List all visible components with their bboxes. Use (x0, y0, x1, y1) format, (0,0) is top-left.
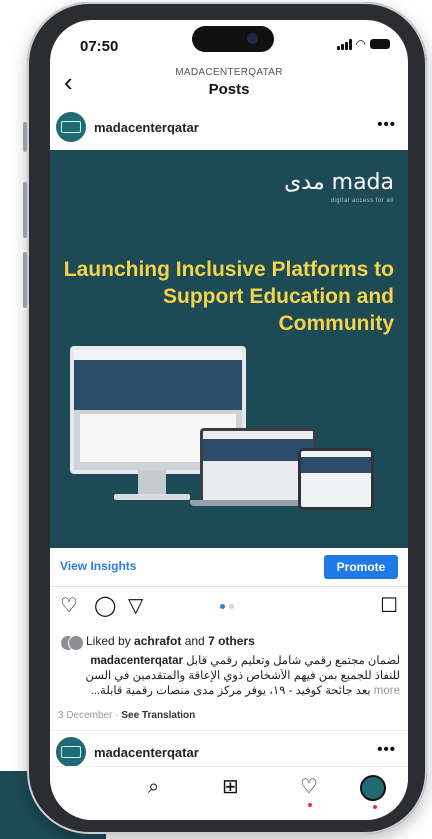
comment-icon[interactable]: ◯ (94, 596, 116, 616)
likes-count[interactable]: 7 others (208, 634, 255, 648)
post-date: 3 December (58, 710, 113, 721)
plus-square-icon[interactable]: ⊞ (222, 777, 239, 797)
more-options-icon[interactable]: ••• (377, 116, 396, 133)
liker-username[interactable]: achrafot (134, 634, 181, 648)
account-name: MADACENTERQATAR (175, 67, 283, 78)
avatar[interactable] (360, 775, 386, 801)
nav-header: ‹ MADACENTERQATAR Posts (50, 64, 408, 104)
avatar[interactable] (56, 737, 86, 767)
carousel-dot-active (220, 604, 225, 609)
monitor-stand (138, 470, 166, 496)
image-headline: Launching Inclusive Platforms to Support… (63, 258, 394, 335)
notification-dot (373, 805, 377, 809)
app-screen: 07:50 ◠ ‹ MADACENTERQATAR Posts madacent… (50, 20, 408, 820)
monitor-base (114, 494, 190, 500)
notification-dot (308, 803, 312, 807)
caption-username[interactable]: madacenterqatar (90, 655, 183, 667)
camera-icon (247, 33, 258, 44)
status-bar: 07:50 ◠ (50, 20, 408, 60)
signal-icon (336, 38, 352, 50)
logo-tagline: digital access for all (330, 198, 394, 204)
tablet-graphic (298, 448, 374, 510)
caption-more-link[interactable]: more (374, 685, 400, 697)
view-insights-link[interactable]: View Insights (60, 559, 136, 573)
post-header: madacenterqatar ••• (50, 112, 408, 150)
caption-line-2: للنفاذ للجميع بمن فيهم الأشخاص ذوي الإعا… (85, 670, 400, 682)
status-time: 07:50 (80, 38, 119, 55)
phone-button-volume-down (23, 252, 27, 308)
carousel-dot (229, 604, 234, 609)
next-post-username[interactable]: madacenterqatar (94, 745, 199, 760)
mada-logo: مدى mada (284, 170, 394, 195)
wifi-icon: ◠ (355, 37, 366, 51)
caption-line-1: لضمان مجتمع رقمي شامل وتعليم رقمي قابل m… (90, 655, 400, 667)
search-icon[interactable]: ⌕ (148, 777, 159, 797)
phone-button-mute (23, 122, 27, 152)
post-username[interactable]: madacenterqatar (94, 120, 199, 135)
heart-icon[interactable]: ♡ (300, 777, 318, 797)
phone-button-volume-up (23, 182, 27, 238)
post-image[interactable]: مدى mada digital access for all Launchin… (50, 150, 408, 548)
avatar[interactable] (56, 112, 86, 142)
likes-row[interactable]: Liked by achrafot and 7 others (60, 634, 398, 654)
post-meta: 3 December · See Translation (58, 710, 196, 721)
post-actions: ♡ ◯ ▽ ☐ (50, 596, 408, 626)
liker-avatars (60, 634, 84, 651)
page-title: Posts (208, 81, 250, 98)
system-icons: ◠ (336, 37, 390, 51)
see-translation-link[interactable]: See Translation (121, 710, 195, 721)
insights-row: View Insights Promote (50, 548, 408, 587)
share-icon[interactable]: ▽ (128, 596, 143, 616)
bookmark-icon[interactable]: ☐ (380, 596, 398, 616)
more-options-icon[interactable]: ••• (377, 741, 396, 758)
carousel-indicator (220, 604, 234, 609)
heart-icon[interactable]: ♡ (60, 596, 78, 616)
dynamic-island (192, 26, 274, 52)
caption-line-3: more بعد جائحة كوفيد - ١٩، يوفر مركز مدى… (90, 685, 400, 697)
promote-button[interactable]: Promote (324, 555, 398, 579)
bottom-tab-bar: ⌕ ⊞ ♡ (50, 766, 408, 820)
post-caption: لضمان مجتمع رقمي شامل وتعليم رقمي قابل m… (58, 654, 400, 699)
battery-icon (370, 39, 390, 49)
